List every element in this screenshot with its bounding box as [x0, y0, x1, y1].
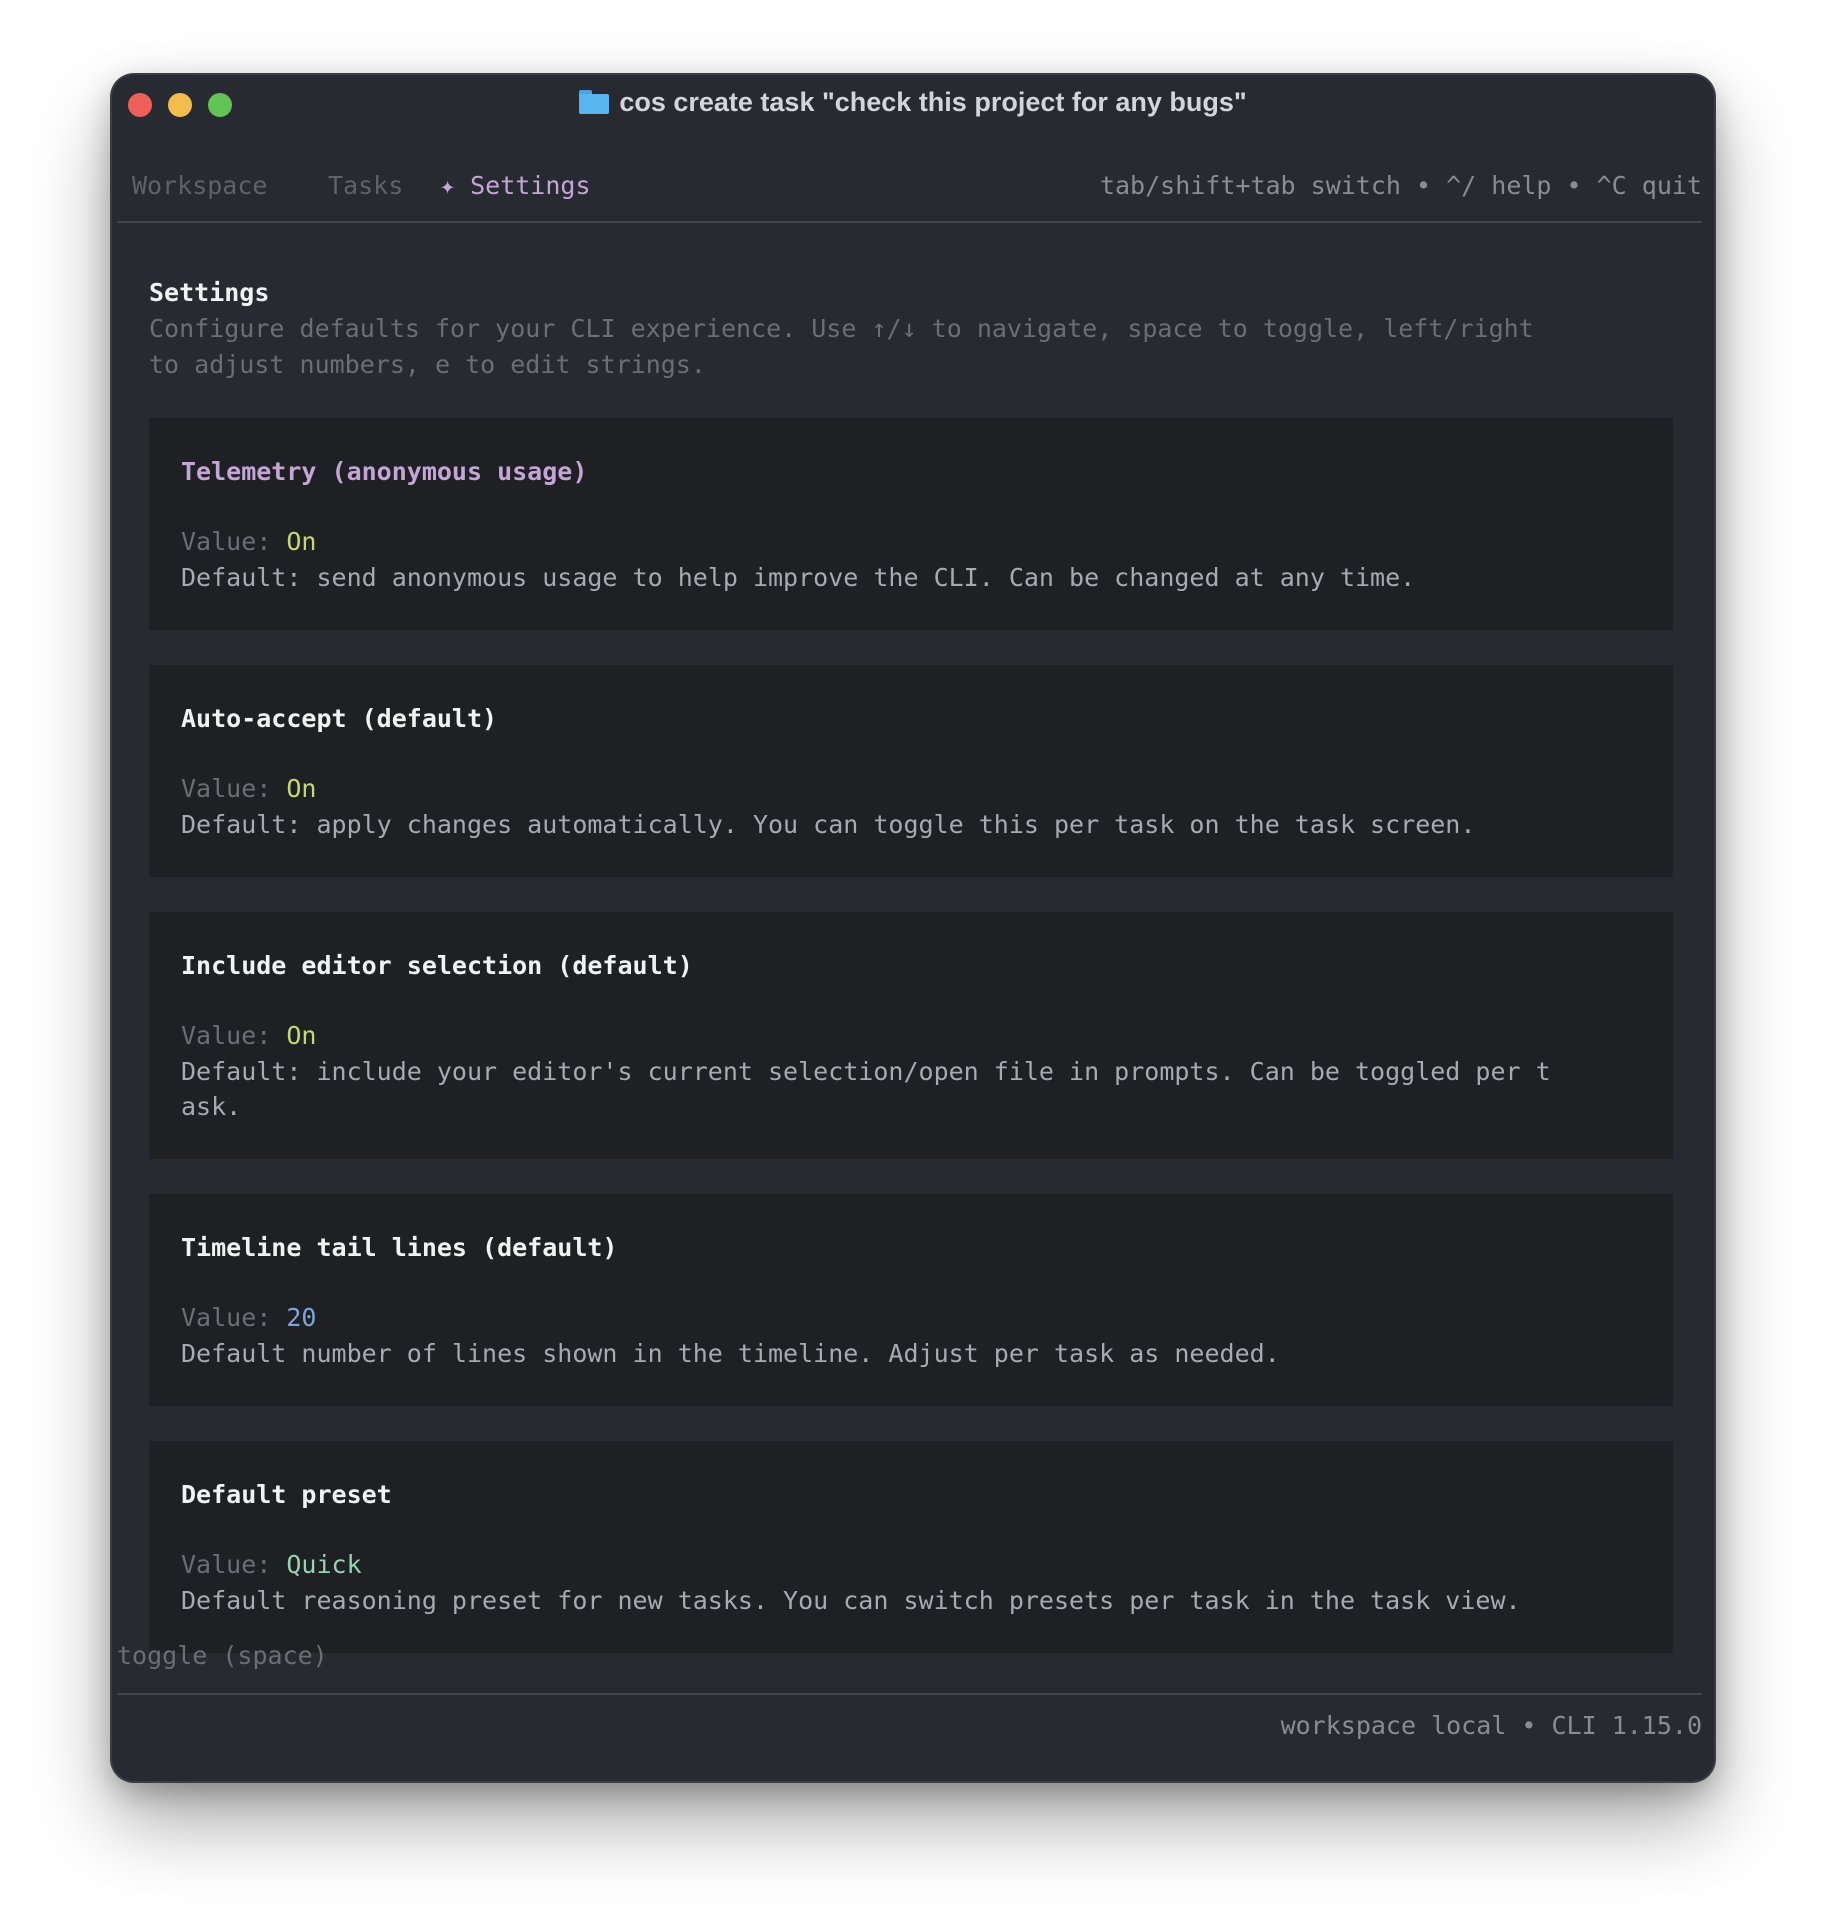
tab-settings[interactable]: ✦ Settings — [440, 171, 591, 200]
setting-value[interactable]: On — [286, 527, 316, 556]
setting-timeline-tail-lines[interactable]: Timeline tail lines (default) Value: 20 … — [149, 1194, 1673, 1406]
footer-divider — [117, 1693, 1702, 1695]
page-description: Configure defaults for your CLI experien… — [149, 314, 1534, 379]
setting-value-row: Value: On — [181, 524, 1641, 560]
action-hint: toggle (space) — [117, 1641, 328, 1670]
setting-description: Default number of lines shown in the tim… — [181, 1339, 1280, 1368]
value-label: Value: — [181, 774, 287, 803]
setting-description: Default reasoning preset for new tasks. … — [181, 1586, 1521, 1615]
setting-value-row: Value: 20 — [181, 1300, 1641, 1336]
setting-value[interactable]: On — [286, 774, 316, 803]
window-title: cos create task "check this project for … — [619, 87, 1247, 117]
title-bar: cos create task "check this project for … — [112, 75, 1714, 131]
setting-title: Include editor selection (default) — [181, 951, 693, 980]
setting-title: Auto-accept (default) — [181, 704, 498, 733]
setting-description: Default: include your editor's current s… — [181, 1057, 1551, 1121]
page-title: Settings — [149, 278, 270, 307]
tab-bar: Workspace Tasks ✦ Settings tab/shift+tab… — [132, 171, 1702, 207]
value-label: Value: — [181, 1021, 287, 1050]
setting-description: Default: apply changes automatically. Yo… — [181, 810, 1476, 839]
setting-telemetry[interactable]: Telemetry (anonymous usage) Value: On De… — [149, 418, 1673, 630]
setting-value-row: Value: Quick — [181, 1547, 1641, 1583]
header-divider — [117, 221, 1702, 223]
value-label: Value: — [181, 527, 287, 556]
setting-value[interactable]: Quick — [286, 1550, 361, 1579]
tab-tasks[interactable]: Tasks — [328, 171, 403, 200]
setting-value[interactable]: On — [286, 1021, 316, 1050]
terminal-window: cos create task "check this project for … — [112, 75, 1714, 1781]
settings-header: Settings Configure defaults for your CLI… — [149, 275, 1669, 383]
keyboard-hints: tab/shift+tab switch • ^/ help • ^C quit — [1099, 171, 1702, 200]
setting-default-preset[interactable]: Default preset Value: Quick Default reas… — [149, 1441, 1673, 1653]
setting-title: Default preset — [181, 1480, 392, 1509]
setting-auto-accept[interactable]: Auto-accept (default) Value: On Default:… — [149, 665, 1673, 877]
setting-title: Telemetry (anonymous usage) — [181, 457, 588, 486]
folder-icon — [579, 90, 610, 114]
window-title-container: cos create task "check this project for … — [112, 87, 1714, 118]
value-label: Value: — [181, 1303, 287, 1332]
value-label: Value: — [181, 1550, 287, 1579]
setting-value[interactable]: 20 — [286, 1303, 316, 1332]
tab-workspace[interactable]: Workspace — [132, 171, 267, 200]
setting-value-row: Value: On — [181, 771, 1641, 807]
setting-value-row: Value: On — [181, 1018, 1641, 1054]
setting-title: Timeline tail lines (default) — [181, 1233, 618, 1262]
status-bar: workspace local • CLI 1.15.0 — [1280, 1711, 1702, 1740]
setting-include-editor-selection[interactable]: Include editor selection (default) Value… — [149, 912, 1673, 1159]
setting-description: Default: send anonymous usage to help im… — [181, 563, 1416, 592]
